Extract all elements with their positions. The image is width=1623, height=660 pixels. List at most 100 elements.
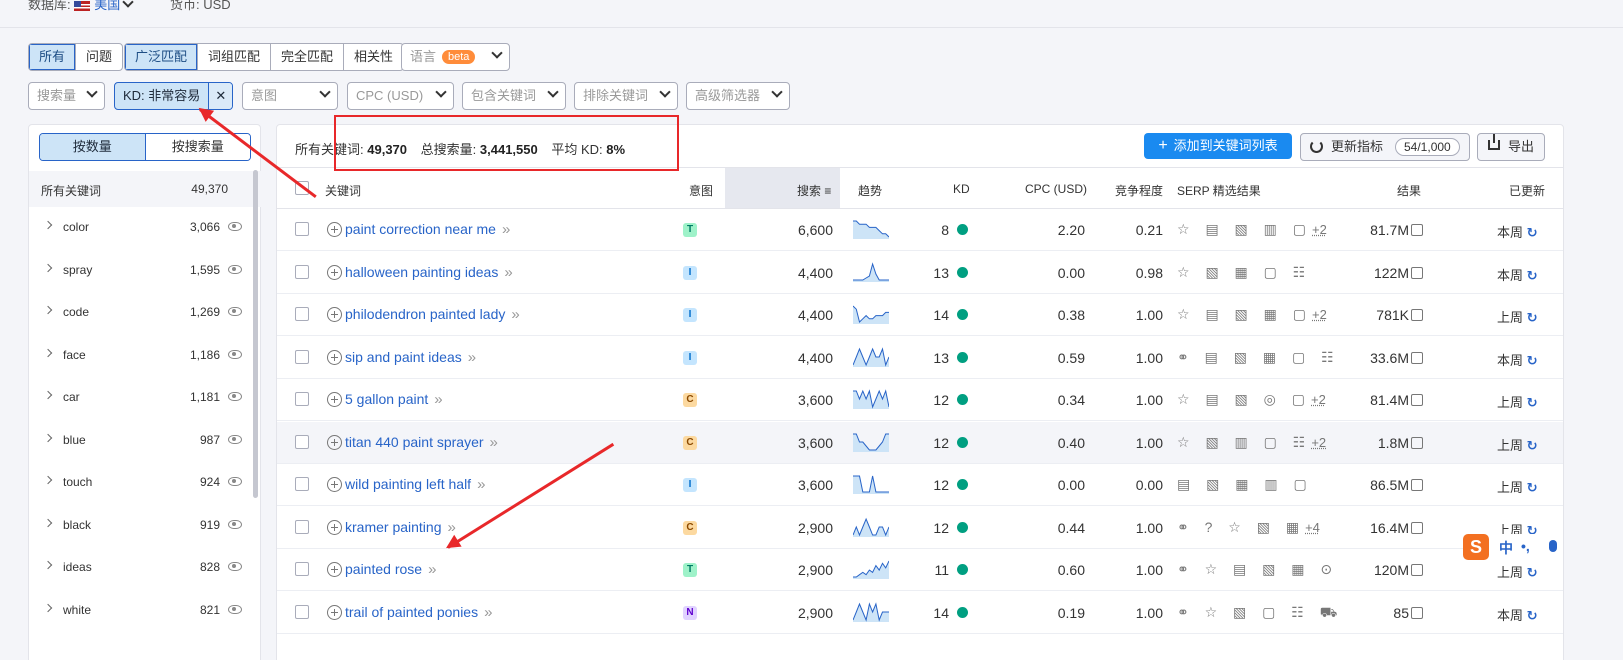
chevron-right-icon[interactable] — [43, 603, 53, 612]
col-trend[interactable]: 趋势 — [858, 182, 882, 199]
eye-icon[interactable] — [228, 264, 242, 274]
table-row[interactable]: trail of painted ponies » N 2,900 14 0.19 1.00… — [277, 592, 1563, 634]
keyword-group-item[interactable]: spray 1,595 — [29, 250, 254, 292]
keyword-text[interactable]: philodendron painted lady — [345, 306, 505, 322]
keyword-link[interactable]: kramer painting » — [345, 519, 456, 536]
add-keyword-icon[interactable] — [327, 392, 342, 407]
database-selector[interactable]: 数据库: 美国 — [28, 0, 132, 13]
add-keyword-icon[interactable] — [327, 477, 342, 492]
serp-more-link[interactable]: +4 — [1305, 520, 1320, 535]
add-keyword-icon[interactable] — [327, 349, 342, 365]
chevron-right-icon[interactable] — [43, 305, 53, 315]
double-chevron-icon[interactable]: » — [511, 306, 519, 323]
update-metrics-button[interactable]: 更新指标 54/1,000 — [1300, 133, 1470, 161]
advanced-filters[interactable]: 高级筛选器 — [686, 82, 790, 110]
keyword-text[interactable]: titan 440 paint sprayer — [345, 434, 484, 450]
exclude-keywords-filter[interactable]: 排除关键词 — [574, 82, 678, 110]
groups-scrollbar[interactable] — [253, 170, 258, 498]
table-row[interactable]: philodendron painted lady » I 4,400 14 0.38 1.… — [277, 294, 1563, 336]
col-volume[interactable]: 搜索 ≡ — [797, 182, 831, 199]
serp-more-link[interactable]: +2 — [1311, 435, 1326, 450]
serp-preview-icon[interactable] — [1411, 436, 1423, 449]
keyword-link[interactable]: wild painting left half » — [345, 476, 485, 493]
row-checkbox[interactable] — [295, 264, 309, 279]
keyword-link[interactable]: philodendron painted lady » — [345, 306, 520, 323]
keyword-group-item[interactable]: blue 987 — [29, 420, 254, 462]
serp-preview-icon[interactable] — [1411, 309, 1423, 321]
eye-icon[interactable] — [228, 477, 242, 486]
keyword-group-item[interactable]: code 1,269 — [29, 292, 254, 334]
keyword-link[interactable]: paint correction near me » — [345, 221, 510, 238]
chevron-right-icon[interactable] — [43, 263, 53, 272]
all-keywords-group[interactable]: 所有关键词 49,370 — [29, 171, 262, 207]
tab-broad-match[interactable]: 广泛匹配 — [125, 44, 199, 70]
col-competition[interactable]: 竞争程度 — [1115, 182, 1163, 199]
keyword-link[interactable]: trail of painted ponies » — [345, 604, 492, 621]
refresh-icon[interactable]: ↻ — [1527, 608, 1538, 623]
col-keyword[interactable]: 关键词 — [325, 182, 361, 199]
serp-preview-icon[interactable] — [1411, 266, 1423, 279]
refresh-icon[interactable]: ↻ — [1527, 565, 1538, 580]
add-keyword-icon[interactable] — [327, 222, 342, 237]
add-keyword-icon[interactable] — [327, 519, 342, 535]
keyword-text[interactable]: wild painting left half — [345, 476, 471, 492]
table-row[interactable]: sip and paint ideas » I 4,400 13 0.59 1.00 ⚭ ▤ … — [277, 337, 1563, 379]
chevron-right-icon[interactable] — [43, 475, 53, 485]
keyword-group-item[interactable]: car 1,181 — [29, 377, 254, 419]
add-keyword-icon[interactable] — [327, 434, 342, 450]
col-cpc[interactable]: CPC (USD) — [1025, 182, 1087, 196]
col-intent[interactable]: 意图 — [689, 182, 713, 199]
cpc-filter[interactable]: CPC (USD) — [347, 82, 454, 110]
chevron-right-icon[interactable] — [43, 220, 53, 230]
tab-questions[interactable]: 问题 — [76, 44, 122, 70]
keyword-text[interactable]: halloween painting ideas — [345, 264, 498, 280]
keyword-link[interactable]: titan 440 paint sprayer » — [345, 434, 498, 451]
tab-related[interactable]: 相关性 — [344, 44, 403, 70]
serp-preview-icon[interactable] — [1411, 606, 1423, 619]
tab-all[interactable]: 所有 — [29, 44, 77, 70]
double-chevron-icon[interactable]: » — [490, 434, 498, 451]
double-chevron-icon[interactable]: » — [468, 349, 476, 366]
table-row[interactable]: 5 gallon paint » C 3,600 12 0.34 1.00 ☆ ▤ ▧ ◎ ▢… — [277, 379, 1563, 421]
serp-preview-icon[interactable] — [1411, 224, 1423, 236]
keyword-text[interactable]: painted rose — [345, 561, 422, 577]
ime-language[interactable]: 中 — [1499, 538, 1513, 558]
keyword-group-item[interactable]: face 1,186 — [29, 335, 254, 377]
row-checkbox[interactable] — [295, 392, 309, 406]
eye-icon[interactable] — [228, 519, 242, 529]
refresh-icon[interactable]: ↻ — [1527, 353, 1538, 368]
tab-by-count[interactable]: 按数量 — [40, 134, 146, 160]
refresh-icon[interactable]: ↻ — [1527, 268, 1538, 283]
database-value[interactable]: 美国 — [94, 0, 120, 12]
serp-preview-icon[interactable] — [1411, 564, 1423, 576]
keyword-link[interactable]: 5 gallon paint » — [345, 391, 443, 408]
add-keyword-icon[interactable] — [327, 562, 342, 577]
ime-toolbar[interactable]: S 中 •, — [1463, 534, 1563, 562]
keyword-group-item[interactable]: touch 924 — [29, 462, 254, 504]
keyword-text[interactable]: trail of painted ponies — [345, 604, 478, 620]
row-checkbox[interactable] — [295, 349, 309, 364]
eye-icon[interactable] — [228, 349, 242, 359]
col-results[interactable]: 结果 — [1397, 182, 1421, 199]
close-icon[interactable]: ✕ — [208, 83, 233, 109]
serp-preview-icon[interactable] — [1411, 479, 1423, 491]
keyword-group-item[interactable]: black 919 — [29, 505, 254, 547]
keyword-group-item[interactable]: white 821 — [29, 590, 254, 632]
volume-filter[interactable]: 搜索量 — [28, 82, 105, 110]
tab-exact-match[interactable]: 完全匹配 — [271, 44, 345, 70]
intent-filter[interactable]: 意图 — [242, 82, 338, 110]
keyword-text[interactable]: kramer painting — [345, 519, 442, 535]
chevron-right-icon[interactable] — [43, 390, 53, 400]
add-keyword-icon[interactable] — [327, 604, 342, 620]
table-row[interactable]: painted rose » T 2,900 11 0.60 1.00 ⚭ ☆ ▤ ▧ ▦ ⊙… — [277, 549, 1563, 591]
export-button[interactable]: 导出 — [1477, 133, 1545, 161]
double-chevron-icon[interactable]: » — [428, 561, 436, 578]
microphone-icon[interactable] — [1549, 540, 1557, 552]
row-checkbox[interactable] — [295, 477, 309, 491]
include-keywords-filter[interactable]: 包含关键词 — [462, 82, 566, 110]
chevron-down-icon[interactable] — [124, 0, 132, 12]
add-keyword-icon[interactable] — [327, 264, 342, 280]
refresh-icon[interactable]: ↻ — [1527, 438, 1538, 453]
table-row[interactable]: wild painting left half » I 3,600 12 0.00 0.00… — [277, 464, 1563, 506]
double-chevron-icon[interactable]: » — [448, 519, 456, 536]
